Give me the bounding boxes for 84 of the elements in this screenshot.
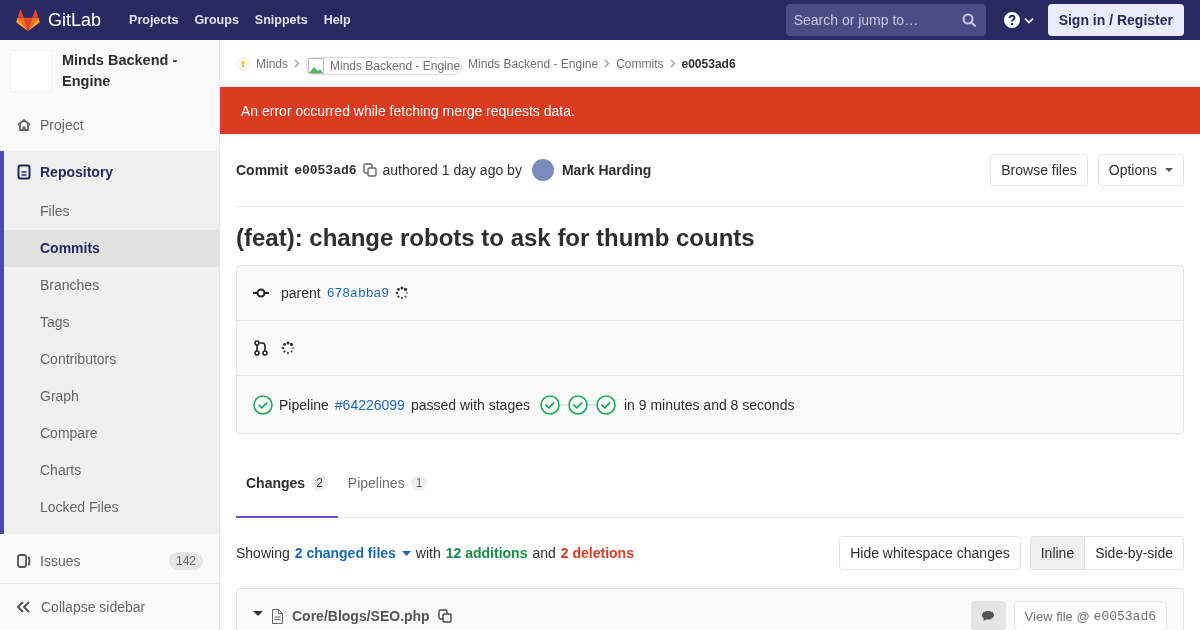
broken-image-link[interactable]: Minds Backend - Engine bbox=[306, 56, 463, 75]
stage-status-icon[interactable] bbox=[540, 394, 560, 415]
group-avatar-icon bbox=[236, 56, 250, 71]
fox-logo-icon bbox=[16, 9, 40, 31]
breadcrumb-link[interactable]: Commits bbox=[616, 56, 664, 71]
sidebar-item[interactable]: Repository bbox=[4, 151, 219, 193]
pipeline-duration: in 9 minutes and 8 seconds bbox=[624, 396, 795, 413]
gitlab-logo-text[interactable]: GitLab bbox=[48, 9, 102, 31]
pipeline-status-text: passed with stages bbox=[410, 396, 530, 413]
file-path-link[interactable]: Core/Blogs/SEO.php bbox=[292, 608, 430, 624]
sidebar-subitem[interactable]: Locked Files bbox=[4, 489, 219, 526]
sidebar-subitem[interactable]: Charts bbox=[4, 452, 219, 489]
view-mode-button[interactable]: Side-by-side bbox=[1085, 536, 1184, 570]
home-icon bbox=[16, 116, 32, 133]
author-name[interactable]: Mark Harding bbox=[561, 162, 652, 178]
changed-files-dropdown[interactable]: 2 changed files bbox=[294, 545, 411, 561]
summary-text: and bbox=[532, 545, 556, 561]
search-icon bbox=[961, 13, 976, 27]
deletions-count: 2 deletions bbox=[560, 545, 634, 561]
options-dropdown[interactable]: Options bbox=[1097, 154, 1184, 186]
commit-sha: e0053ad6 bbox=[294, 162, 357, 178]
additions-count: 12 additions bbox=[445, 545, 528, 561]
sidebar-subitem[interactable]: Commits bbox=[4, 230, 219, 267]
sidebar-item[interactable]: Issues 142 bbox=[0, 542, 219, 579]
breadcrumb-link[interactable]: Minds Backend - Engine bbox=[468, 56, 599, 71]
loading-spinner-icon bbox=[281, 341, 295, 355]
broken-image-icon bbox=[308, 57, 324, 74]
hide-whitespace-button[interactable]: Hide whitespace changes bbox=[839, 536, 1021, 570]
pipeline-link[interactable]: #64226099 bbox=[334, 396, 405, 413]
parent-label: parent bbox=[281, 285, 321, 301]
view-mode-button[interactable]: Inline bbox=[1029, 536, 1086, 570]
tab-count-badge: 2 bbox=[311, 475, 328, 491]
browse-files-button[interactable]: Browse files bbox=[990, 154, 1088, 186]
project-name[interactable]: Minds Backend - Engine bbox=[62, 50, 209, 92]
caret-down-icon bbox=[1165, 168, 1173, 172]
help-icon bbox=[1003, 12, 1020, 28]
double-chevron-left-icon bbox=[16, 600, 31, 614]
issue-count-badge: 142 bbox=[168, 551, 203, 570]
collapse-sidebar-button[interactable]: Collapse sidebar bbox=[0, 583, 219, 630]
chevron-down-icon bbox=[1023, 16, 1034, 24]
sidebar-subitem[interactable]: Files bbox=[4, 193, 219, 230]
sidebar-subitem[interactable]: Branches bbox=[4, 267, 219, 304]
tab[interactable]: Changes 2 bbox=[236, 450, 338, 518]
commit-title: (feat): change robots to ask for thumb counts bbox=[236, 223, 756, 253]
nav-link[interactable]: Groups bbox=[194, 9, 239, 31]
copy-icon[interactable] bbox=[362, 163, 377, 177]
error-alert: An error occurred while fetching merge requests data. bbox=[220, 87, 1200, 134]
sidebar-item[interactable]: Project bbox=[0, 106, 219, 143]
caret-down-icon bbox=[401, 550, 411, 556]
pipeline-status-icon[interactable] bbox=[253, 394, 273, 415]
tab-count-badge: 1 bbox=[410, 475, 428, 491]
parent-sha-link[interactable]: 678abba9 bbox=[326, 285, 390, 301]
merge-request-icon bbox=[253, 340, 269, 356]
breadcrumb-current[interactable]: e0053ad6 bbox=[681, 56, 736, 71]
comment-icon bbox=[981, 610, 996, 622]
chevron-right-icon bbox=[294, 59, 300, 68]
chevron-right-icon bbox=[604, 59, 611, 68]
commit-label: Commit bbox=[236, 162, 289, 178]
breadcrumb-link[interactable]: Minds bbox=[236, 56, 288, 71]
stage-status-icon[interactable] bbox=[596, 394, 616, 415]
nav-link[interactable]: Projects bbox=[129, 9, 179, 31]
nav-link[interactable]: Help bbox=[323, 9, 351, 31]
chevron-right-icon bbox=[669, 59, 676, 68]
view-file-button[interactable]: View file @ e0053ad6 bbox=[1013, 601, 1167, 630]
file-icon bbox=[271, 608, 284, 624]
document-icon bbox=[16, 164, 32, 180]
tab[interactable]: Pipelines 1 bbox=[337, 450, 438, 518]
sidebar-subitem[interactable]: Tags bbox=[4, 304, 219, 341]
sidebar-subitem[interactable]: Contributors bbox=[4, 341, 219, 378]
comment-button[interactable] bbox=[970, 601, 1006, 630]
pipeline-label: Pipeline bbox=[279, 396, 329, 413]
nav-link[interactable]: Snippets bbox=[254, 9, 308, 31]
summary-text: with bbox=[415, 545, 441, 561]
sidebar-subitem[interactable]: Graph bbox=[4, 378, 219, 415]
authored-text: authored 1 day ago by bbox=[382, 162, 522, 178]
search-field[interactable]: Search or jump to… bbox=[785, 4, 986, 36]
summary-text: Showing bbox=[236, 545, 290, 561]
sidebar-subitem[interactable]: Compare bbox=[4, 415, 219, 452]
issues-icon bbox=[16, 552, 32, 569]
sign-in-button[interactable]: Sign in / Register bbox=[1047, 4, 1184, 36]
copy-icon[interactable] bbox=[437, 609, 452, 623]
loading-spinner-icon bbox=[395, 286, 410, 300]
stage-status-icon[interactable] bbox=[568, 394, 588, 415]
author-avatar[interactable] bbox=[531, 159, 554, 181]
